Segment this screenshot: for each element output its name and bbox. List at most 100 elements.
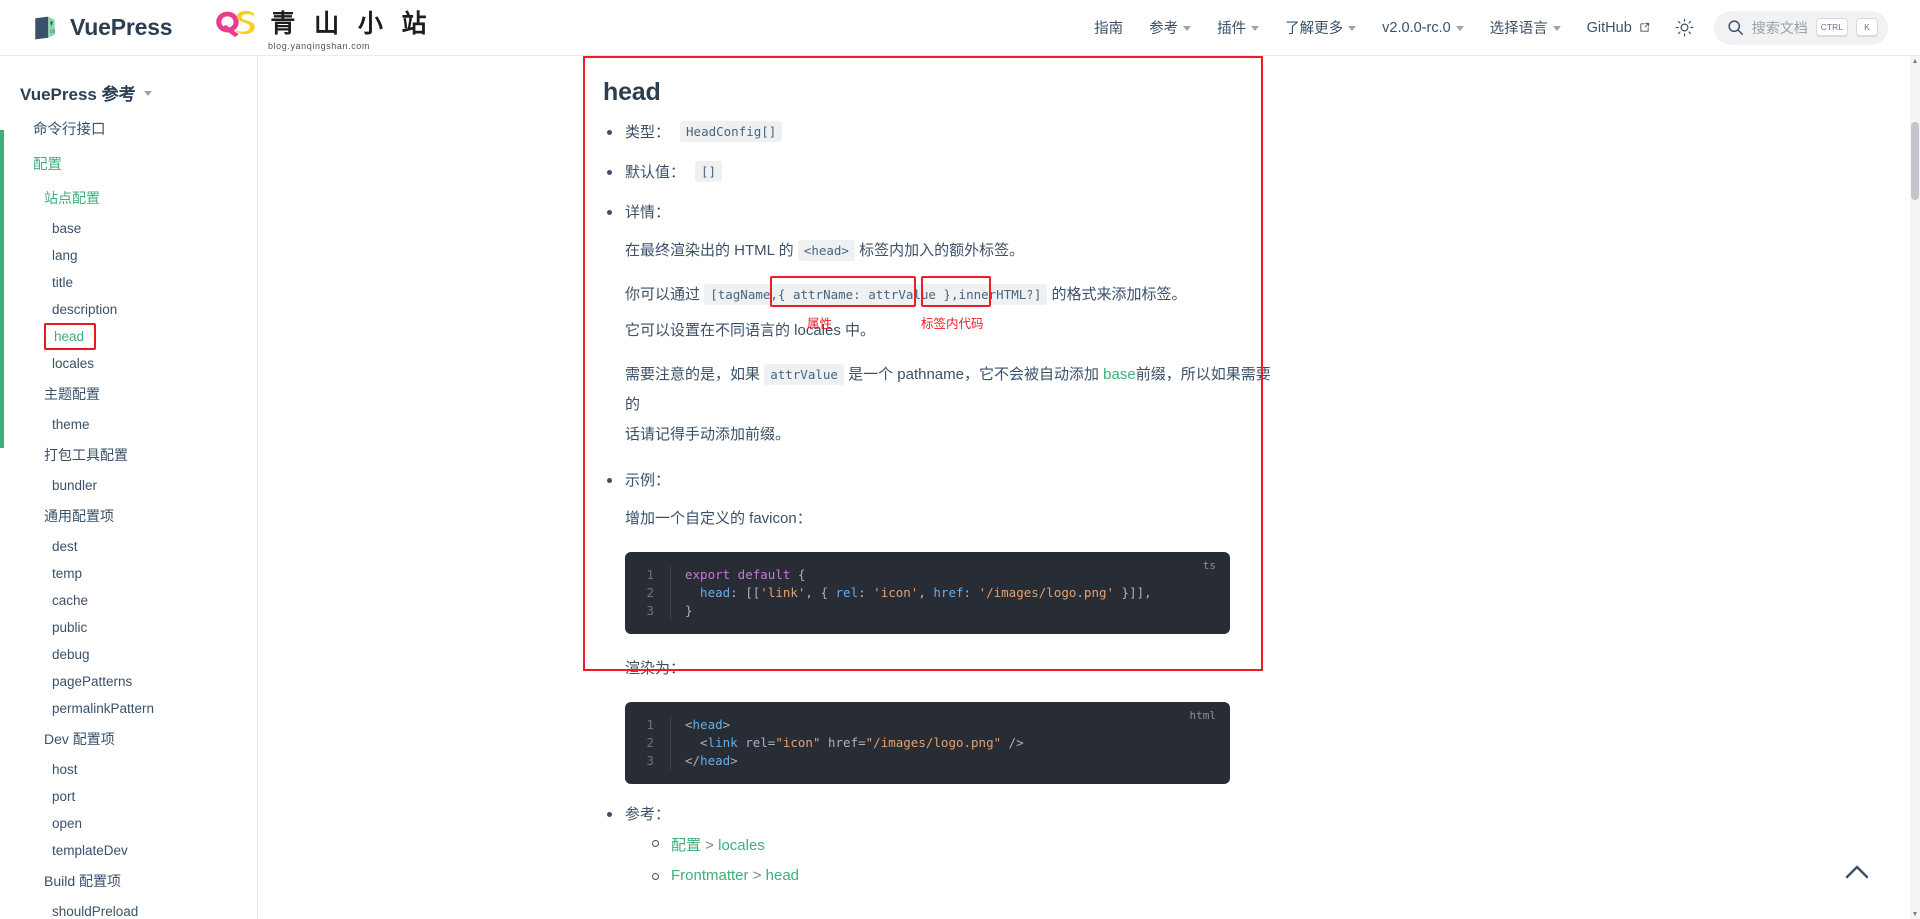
default-label: 默认值： [625,164,686,181]
code-line-number: 1 [625,716,671,734]
detail-paragraph-1: 在最终渲染出的 HTML 的 <head> 标签内加入的额外标签。 [625,236,1283,266]
example-intro: 增加一个自定义的 favicon： [625,510,812,527]
render-label: 渲染为： [625,660,686,677]
sidebar-item-site-config[interactable]: 站点配置 [0,181,257,215]
annotation-label-attr: 属性 [807,317,833,331]
sidebar-item-temp[interactable]: temp [0,560,257,587]
search-input[interactable]: 搜索文档 CTRL K [1713,10,1888,45]
reference-item[interactable]: 配置 > locales [649,834,1283,855]
code-line: 1 <head> [625,716,1230,734]
sidebar-item-pagepatterns[interactable]: pagePatterns [0,668,257,695]
scroll-up-arrow-icon[interactable]: ▲ [1910,56,1920,66]
nav-item-label: 了解更多 [1285,21,1344,37]
format-code-attr: { attrName: attrValue } [775,284,954,305]
sidebar-item-templatedev[interactable]: templateDev [0,837,257,864]
sidebar-item-base[interactable]: base [0,215,257,242]
sidebar-item-dest[interactable]: dest [0,533,257,560]
vuepress-logo-icon: 00 [35,16,56,39]
scroll-down-arrow-icon[interactable]: ▼ [1910,909,1920,919]
sidebar-item-config[interactable]: 配置 [0,146,257,181]
nav-item-version[interactable]: v2.0.0-rc.0 [1369,0,1477,55]
code-line-content: <head> [685,717,731,732]
chevron-down-icon [1455,26,1464,31]
nav-item-language[interactable]: 选择语言 [1477,0,1574,55]
head-tag-code: <head> [797,240,855,261]
code-line-number: 2 [625,734,671,752]
reference-separator: > [701,837,719,854]
chevron-up-icon[interactable] [1842,857,1872,887]
sidebar-item-locales[interactable]: locales [0,350,257,377]
sidebar-item-theme[interactable]: theme [0,411,257,438]
base-link[interactable]: base [1103,366,1136,383]
list-item-details: 详情： 在最终渲染出的 HTML 的 <head> 标签内加入的额外标签。 你可… [603,201,1283,450]
format-code-end: ] [1031,284,1048,305]
site-logo[interactable]: 青 山 小 站 blog.yanqingshan.com [206,4,431,51]
main-content: head 类型： HeadConfig[] 默认值： [] 详情： 在最终渲染出… [258,56,1920,919]
detail-p1-text-b: 标签内加入的额外标签。 [859,242,1025,259]
theme-toggle-button[interactable] [1663,18,1706,37]
example-label: 示例： [625,472,671,489]
details-label: 详情： [625,204,671,221]
site-logo-text: 青 山 小 站 [270,9,432,38]
sidebar-item-head[interactable]: head [44,323,97,350]
chevron-down-icon [1251,26,1260,31]
code-line-content: } [685,603,693,618]
sidebar-item-bundler[interactable]: bundler [0,472,257,499]
nav-item-guide[interactable]: 指南 [1081,0,1136,55]
definition-list: 类型： HeadConfig[] 默认值： [] 详情： 在最终渲染出的 HTM… [583,107,1283,784]
sidebar-item-common-config[interactable]: 通用配置项 [0,499,257,533]
sidebar-item-description[interactable]: description [0,296,257,323]
scrollbar-track[interactable] [1910,56,1920,919]
sun-icon [1675,18,1694,37]
nav-item-learn-more[interactable]: 了解更多 [1272,0,1369,55]
sidebar-item-host[interactable]: host [0,756,257,783]
brand[interactable]: 00 VuePress [32,14,173,41]
sidebar-item-permalinkpattern[interactable]: permalinkPattern [0,695,257,722]
sidebar-item-open[interactable]: open [0,810,257,837]
sidebar-item-dev-config[interactable]: Dev 配置项 [0,722,257,756]
nav-item-label: 参考 [1149,21,1179,37]
qs-logo-icon [216,10,256,38]
sidebar: VuePress 参考 命令行接口 配置 站点配置 base lang titl… [0,56,258,919]
code-block-html[interactable]: html 1 <head> 2 <link rel="icon" href="/im… [625,702,1230,784]
sidebar-item-cli[interactable]: 命令行接口 [0,111,257,146]
sidebar-item-lang[interactable]: lang [0,242,257,269]
code-line-content: <link rel="icon" href="/images/logo.png"… [685,735,1024,750]
references-list: 参考： 配置 > locales Frontmatter > head [583,803,1283,884]
sidebar-item-cache[interactable]: cache [0,587,257,614]
chevron-down-icon [1348,26,1357,31]
reference-target[interactable]: head [766,867,799,884]
nav-item-reference[interactable]: 参考 [1136,0,1204,55]
reference-item[interactable]: Frontmatter > head [649,867,1283,884]
detail-p4-text-b: 是一个 pathname，它不会被自动添加 [848,366,1099,383]
chevron-down-icon [1183,26,1192,31]
code-line: 1 export default { [625,566,1230,584]
sidebar-item-public[interactable]: public [0,614,257,641]
sidebar-item-shouldpreload[interactable]: shouldPreload [0,898,257,919]
sidebar-item-bundler-config[interactable]: 打包工具配置 [0,438,257,472]
sidebar-item-title[interactable]: title [0,269,257,296]
nav-item-label: 插件 [1217,21,1247,37]
detail-p4-text-d: 话请记得手动添加前缀。 [625,426,791,443]
code-block-ts[interactable]: ts 1 export default {2 head: [['link', { … [625,552,1230,634]
reference-link[interactable]: Frontmatter [671,867,749,884]
sidebar-item-build-config[interactable]: Build 配置项 [0,864,257,898]
chevron-down-icon [1552,26,1561,31]
reference-sublist: 配置 > locales Frontmatter > head [625,834,1283,884]
scrollbar-thumb[interactable] [1911,122,1919,200]
sidebar-item-port[interactable]: port [0,783,257,810]
nav-item-github[interactable]: GitHub [1574,0,1663,55]
nav-item-label: 指南 [1094,21,1124,37]
sidebar-item-debug[interactable]: debug [0,641,257,668]
reference-link[interactable]: 配置 [671,837,701,854]
sidebar-item-theme-config[interactable]: 主题配置 [0,377,257,411]
format-code-start: [tagName, [704,284,780,305]
code-lang-label: html [1189,709,1217,722]
reference-target[interactable]: locales [718,837,765,854]
site-logo-subtitle: blog.yanqingshan.com [267,41,370,51]
navbar: 00 VuePress 青 山 小 站 blog.yanqingshan.com… [0,0,1920,56]
page-title: head [603,78,661,106]
nav-item-plugins[interactable]: 插件 [1204,0,1272,55]
code-line-content: export default { [685,567,806,582]
sidebar-title[interactable]: VuePress 参考 [0,74,257,111]
